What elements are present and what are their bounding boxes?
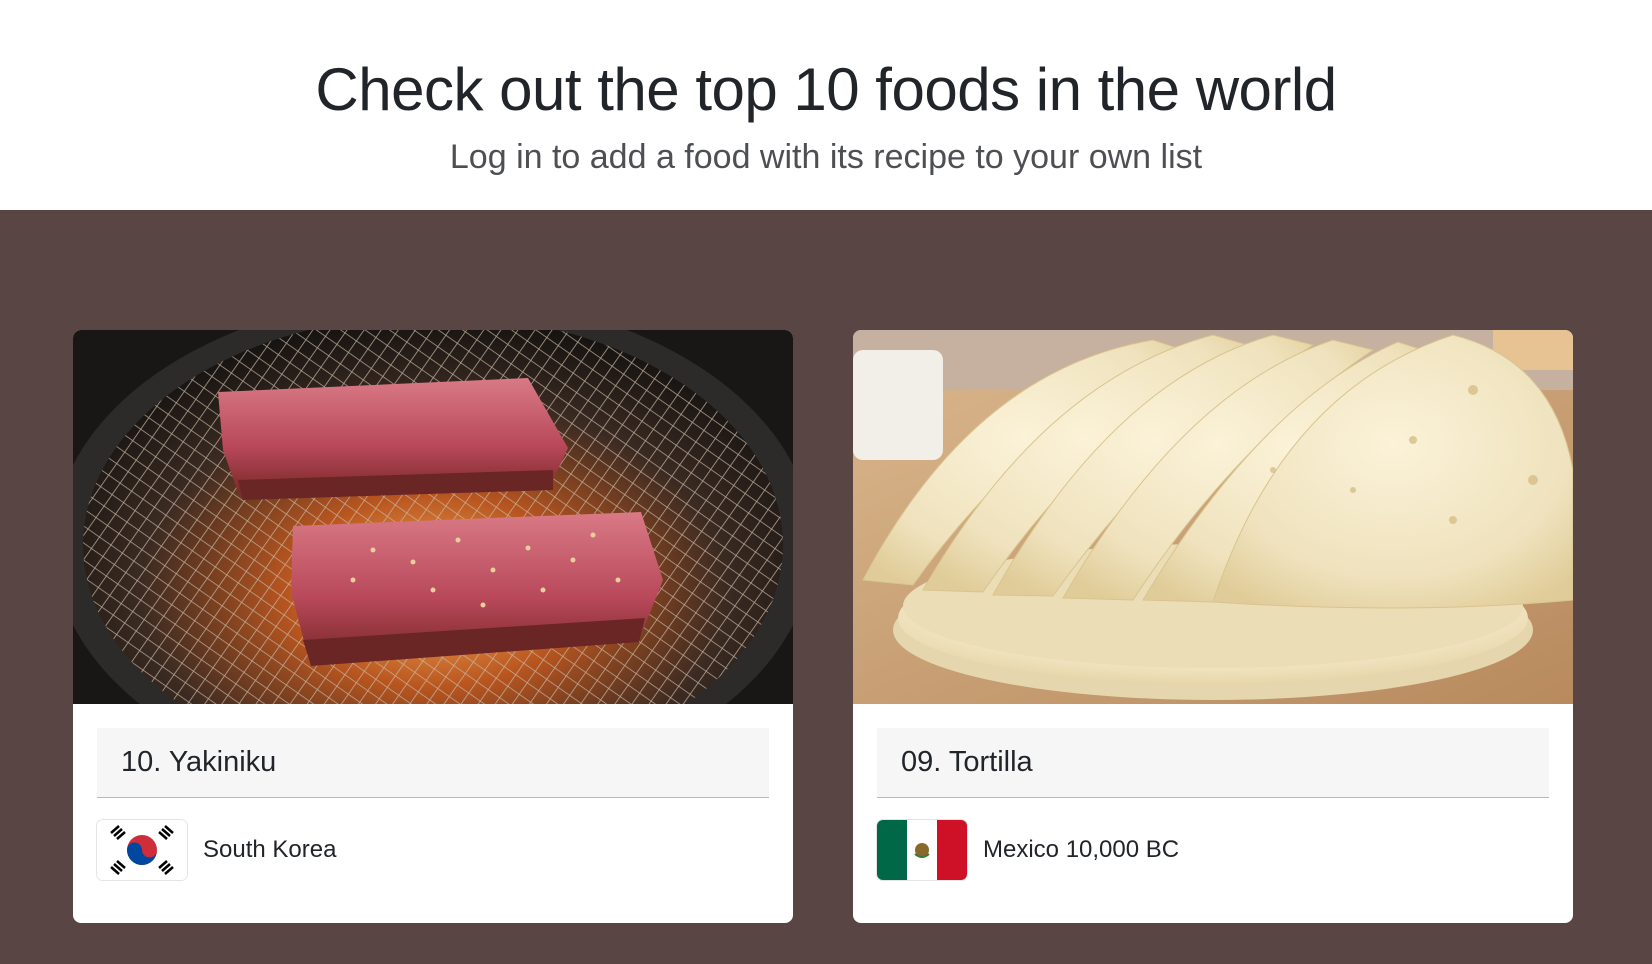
foods-section: 10. Yakiniku South Korea 09. Tortilla Me…: [0, 210, 1652, 964]
origin-country: South Korea: [203, 836, 337, 863]
food-origin: South Korea: [97, 820, 769, 880]
mexico-flag-icon: [877, 820, 967, 880]
food-title[interactable]: 10. Yakiniku: [97, 728, 769, 798]
grilled-wagyu-photo: [73, 330, 793, 704]
south-korea-flag-icon: [97, 820, 187, 880]
origin-country: Mexico 10,000 BC: [983, 836, 1180, 863]
hero-header: Check out the top 10 foods in the world …: [0, 0, 1652, 210]
tortillas-photo: [853, 330, 1573, 704]
food-image: [853, 330, 1573, 704]
page-title: Check out the top 10 foods in the world: [315, 56, 1337, 123]
food-origin: Mexico 10,000 BC: [877, 820, 1549, 880]
food-card[interactable]: 10. Yakiniku South Korea: [73, 330, 793, 923]
food-title[interactable]: 09. Tortilla: [877, 728, 1549, 798]
food-image: [73, 330, 793, 704]
food-card[interactable]: 09. Tortilla Mexico 10,000 BC: [853, 330, 1573, 923]
card-body: 10. Yakiniku South Korea: [73, 704, 793, 880]
page-subtitle: Log in to add a food with its recipe to …: [449, 138, 1203, 176]
card-body: 09. Tortilla Mexico 10,000 BC: [853, 704, 1573, 880]
